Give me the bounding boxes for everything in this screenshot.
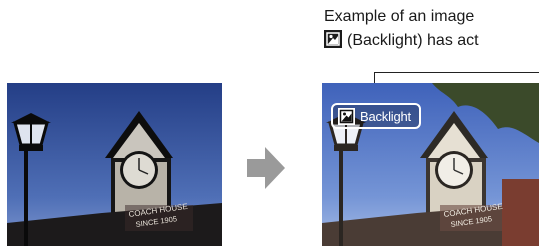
caption-line-2-text: (Backlight) has act xyxy=(347,32,479,49)
scene-badge: Backlight xyxy=(331,103,421,129)
caption-text: Example of an image (Backlight) has act xyxy=(324,5,539,53)
caption-line-2: (Backlight) has act xyxy=(324,29,539,53)
right-arrow-icon xyxy=(247,147,285,194)
badge-label: Backlight xyxy=(360,109,411,124)
caption-line-1: Example of an image xyxy=(324,8,475,25)
backlight-scene-icon xyxy=(324,30,342,48)
before-photo: COACH HOUSE SINCE 1905 xyxy=(7,83,222,246)
backlight-scene-icon xyxy=(338,108,355,125)
